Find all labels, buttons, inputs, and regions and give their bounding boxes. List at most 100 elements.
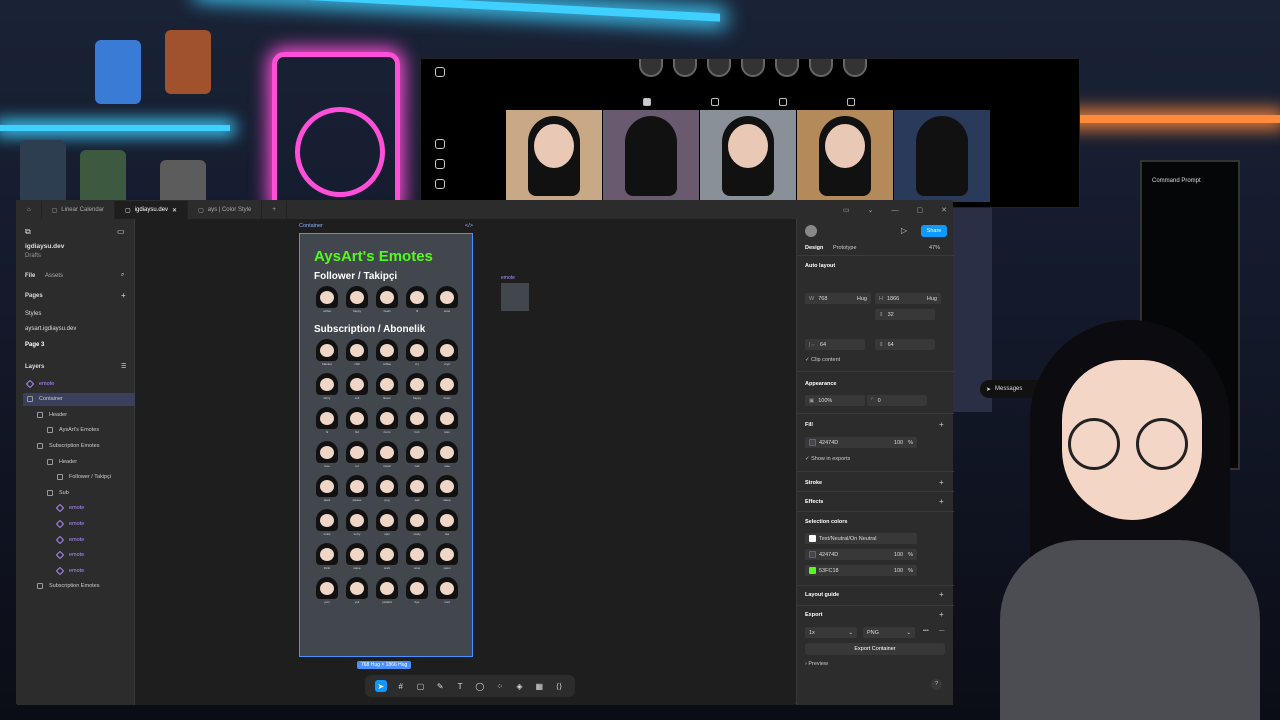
selection-color-row[interactable]: 53FC18 100% [805, 565, 917, 576]
frame-tool-icon[interactable]: # [395, 680, 407, 692]
padding-vertical-field[interactable]: ⇕ 64 [875, 339, 935, 350]
emote-item[interactable]: pog [374, 475, 400, 505]
export-format-select[interactable]: PNG ⌄ [863, 627, 915, 638]
emote-item[interactable]: coffee [374, 339, 400, 369]
layer-item[interactable]: Follower / Takipçi [23, 471, 135, 484]
reels-tab-icon[interactable] [711, 98, 719, 106]
emote-item[interactable]: love [314, 441, 340, 471]
list-icon[interactable]: ☰ [121, 363, 126, 370]
project-title[interactable]: igdiaysu.dev [25, 243, 64, 250]
sidebar-toggle-icon[interactable]: ▭ [117, 227, 125, 236]
new-tab-button[interactable]: + [262, 201, 287, 219]
canvas[interactable]: Container </> AysArt's Emotes Follower /… [135, 219, 795, 705]
emote-item[interactable]: work [374, 543, 400, 573]
emote-item[interactable]: bye [404, 577, 430, 607]
move-tool-icon[interactable]: ➤ [374, 680, 387, 692]
emote-item[interactable]: sleep [434, 475, 460, 505]
tagged-icon[interactable] [847, 98, 855, 106]
add-fill-icon[interactable]: + [939, 420, 944, 429]
zoom-level[interactable]: 47% [929, 245, 940, 251]
layer-item[interactable]: emote [23, 533, 135, 546]
emote-item[interactable]: heart [434, 373, 460, 403]
shape-tool-icon[interactable]: ▢ [414, 680, 426, 692]
tab-design[interactable]: Design [805, 245, 823, 251]
emote-item[interactable]: happy [404, 373, 430, 403]
code-icon[interactable]: </> [465, 223, 473, 229]
emote-item[interactable]: plant [314, 475, 340, 505]
layer-item[interactable]: Header [23, 455, 135, 468]
story-item[interactable] [707, 59, 731, 77]
layer-item[interactable]: Subscription Emotes [23, 439, 135, 452]
emote-item[interactable]: think [314, 543, 340, 573]
add-layout-guide-icon[interactable]: + [939, 590, 944, 599]
follower-heading[interactable]: Follower / Takipçi [314, 271, 458, 282]
emote-item[interactable]: sorry [344, 509, 370, 539]
actions-icon[interactable]: ◈ [513, 680, 525, 692]
story-item[interactable] [809, 59, 833, 77]
height-field[interactable]: H 1866 Hug [875, 293, 941, 304]
layer-item[interactable]: emote [23, 377, 135, 390]
emote-item[interactable]: flower [374, 373, 400, 403]
subscription-heading[interactable]: Subscription / Abonelik [314, 324, 458, 335]
emote-item[interactable]: cry2 [434, 339, 460, 369]
emote-item[interactable]: tea [434, 509, 460, 539]
chevron-down-icon[interactable]: ⌄ [868, 206, 874, 214]
emote-item[interactable]: cool [434, 577, 460, 607]
instagram-icon[interactable] [435, 67, 445, 77]
post-thumbnail[interactable] [506, 110, 602, 202]
emote-item[interactable]: evil [344, 373, 370, 403]
emote-item[interactable]: heart [374, 286, 400, 316]
layer-item[interactable]: Subscription Emotes [23, 580, 135, 593]
restore-icon[interactable]: ▭ [843, 206, 850, 214]
saved-icon[interactable] [779, 98, 787, 106]
page-item-active[interactable]: Page 3 [25, 342, 44, 348]
maximize-icon[interactable]: ▢ [917, 206, 924, 214]
layer-item[interactable]: Sub [23, 486, 135, 499]
close-icon[interactable]: ✕ [172, 207, 177, 214]
emote-component[interactable] [501, 283, 529, 311]
opacity-field[interactable]: ▣ 100% [805, 395, 865, 406]
emote-item[interactable]: hi [404, 286, 430, 316]
story-item[interactable] [741, 59, 765, 77]
home-tab[interactable]: ⌂ [17, 201, 42, 219]
page-item[interactable]: aysart.igdiaysu.dev [25, 326, 76, 332]
emote-item[interactable]: ysitskul [374, 577, 400, 607]
play-icon[interactable]: ▷ [901, 226, 907, 235]
emote-item[interactable]: wow [404, 543, 430, 573]
post-thumbnail[interactable] [700, 110, 796, 202]
tab-igdiaysu[interactable]: ▢ igdiaysu.dev ✕ [115, 201, 189, 219]
search-icon[interactable]: ⌕ [121, 272, 124, 279]
emote-item[interactable]: nail [404, 441, 430, 471]
page-item[interactable]: Styles [25, 311, 41, 317]
tab-assets[interactable]: Assets [45, 273, 63, 279]
emote-item[interactable]: yum [314, 577, 340, 607]
emote-item[interactable]: note [434, 441, 460, 471]
figma-menu-icon[interactable]: ⧉ [25, 227, 31, 237]
layer-item[interactable]: emote [23, 564, 135, 577]
tab-file[interactable]: File [25, 273, 35, 279]
emote-item[interactable]: kiss [434, 407, 460, 437]
tab-color-style[interactable]: ▢ ays | Color Style [188, 201, 263, 219]
emote-item[interactable]: chill [344, 339, 370, 369]
emote-item[interactable]: yawn [434, 543, 460, 573]
post-thumbnail[interactable] [894, 110, 990, 202]
emote-item[interactable]: blanket [314, 339, 340, 369]
avatar[interactable] [805, 225, 817, 237]
export-container-button[interactable]: Export Container [805, 643, 945, 655]
layer-item[interactable]: AysArt's Emotes [23, 424, 135, 437]
radius-field[interactable]: ⌜ 0 [867, 395, 927, 406]
width-field[interactable]: W 768 Hug [805, 293, 871, 304]
emote-item[interactable]: spin [374, 509, 400, 539]
emote-item[interactable]: cry [404, 339, 430, 369]
emote-item[interactable]: hmm [374, 407, 400, 437]
add-stroke-icon[interactable]: + [939, 478, 944, 487]
story-item[interactable] [673, 59, 697, 77]
emote-item[interactable]: coffee [314, 286, 340, 316]
emote-item[interactable]: please [344, 475, 370, 505]
components-icon[interactable]: ⁘ [494, 680, 506, 692]
emote-item[interactable]: ysit [344, 577, 370, 607]
emote-item[interactable]: sad [404, 475, 430, 505]
story-item[interactable] [639, 59, 663, 77]
emote-item[interactable]: study [404, 509, 430, 539]
pen-tool-icon[interactable]: ✎ [434, 680, 446, 692]
